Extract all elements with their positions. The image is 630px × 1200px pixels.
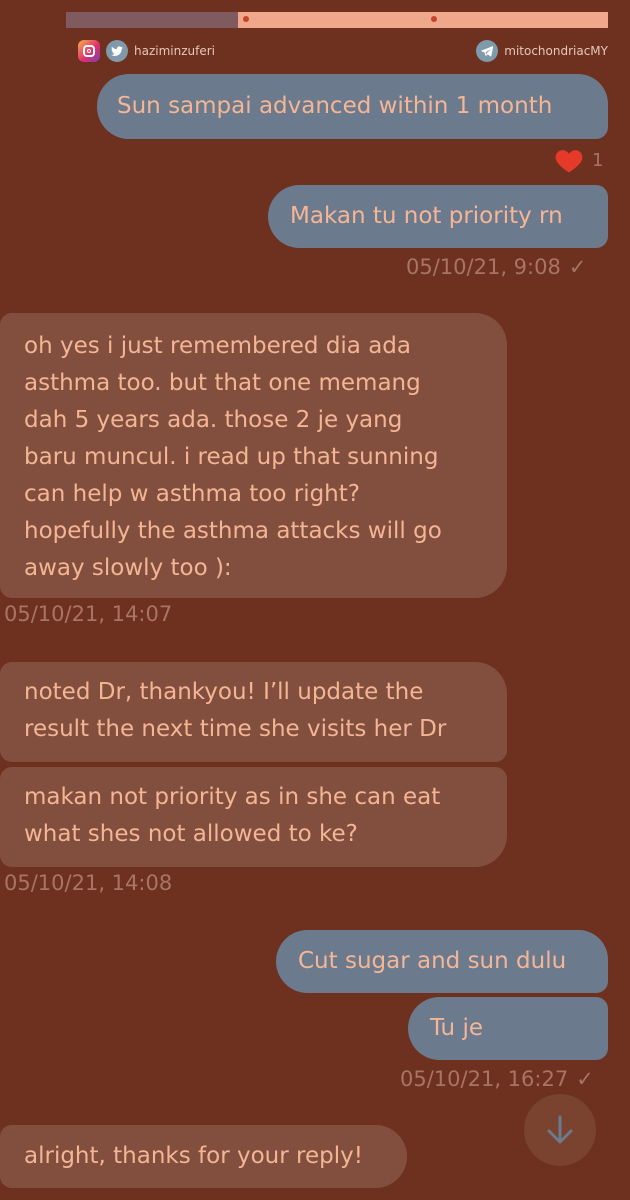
scroll-to-bottom-button[interactable]	[524, 1094, 596, 1166]
message-line: dah 5 years ada. those 2 je yang	[24, 407, 403, 433]
message-text: Tu je	[430, 1015, 483, 1041]
outgoing-message[interactable]: Cut sugar and sun dulu	[276, 930, 608, 993]
outgoing-message[interactable]: Tu je	[408, 997, 608, 1060]
arrow-down-icon	[547, 1115, 573, 1144]
message-text: alright, thanks for your reply!	[24, 1143, 363, 1169]
message-line: asthma too. but that one memang	[24, 370, 421, 396]
incoming-message[interactable]: makan not priority as in she can eat wha…	[0, 767, 507, 867]
strip-left-segment	[66, 12, 238, 28]
message-text: Makan tu not priority rn	[290, 203, 563, 229]
outgoing-message[interactable]: Sun sampai advanced within 1 month	[97, 74, 608, 139]
timestamp-text: 05/10/21, 14:07	[4, 602, 173, 626]
top-image-strip	[66, 12, 608, 28]
message-line: baru muncul. i read up that sunning	[24, 444, 439, 470]
reaction-count: 1	[592, 149, 604, 171]
timestamp-text: 05/10/21, 9:08	[406, 255, 561, 279]
twitter-icon	[106, 40, 128, 62]
sent-check-icon: ✓	[568, 255, 587, 279]
message-timestamp: 05/10/21, 14:07	[4, 602, 172, 626]
outgoing-message[interactable]: Makan tu not priority rn	[268, 185, 608, 248]
message-timestamp: 05/10/21, 14:08	[4, 871, 172, 895]
message-line: what shes not allowed to ke?	[24, 821, 358, 847]
message-reaction[interactable]: 1	[554, 146, 603, 174]
left-handle[interactable]: haziminzuferi	[134, 44, 215, 58]
message-text: Sun sampai advanced within 1 month	[117, 93, 553, 119]
credits-bar: haziminzuferi mitochondriacMY	[78, 40, 608, 64]
instagram-icon	[78, 40, 100, 62]
message-line: makan not priority as in she can eat	[24, 784, 441, 810]
telegram-icon	[476, 40, 499, 62]
incoming-message[interactable]: noted Dr, thankyou! I’ll update the resu…	[0, 662, 507, 762]
timestamp-text: 05/10/21, 16:27	[400, 1067, 569, 1091]
strip-dot	[431, 16, 437, 22]
message-line: away slowly too ):	[24, 555, 232, 581]
right-handle[interactable]: mitochondriacMY	[504, 44, 608, 58]
message-line: hopefully the asthma attacks will go	[24, 518, 442, 544]
message-timestamp: 05/10/21, 9:08 ✓	[406, 255, 586, 279]
message-line: can help w asthma too right?	[24, 481, 360, 507]
incoming-message[interactable]: oh yes i just remembered dia ada asthma …	[0, 313, 507, 598]
sent-check-icon: ✓	[576, 1067, 594, 1091]
strip-dot	[243, 16, 249, 22]
message-line: oh yes i just remembered dia ada	[24, 333, 412, 359]
message-line: result the next time she visits her Dr	[24, 716, 447, 742]
strip-right-segment	[238, 12, 608, 28]
message-timestamp: 05/10/21, 16:27 ✓	[400, 1067, 594, 1091]
credit-left: haziminzuferi	[78, 40, 215, 62]
incoming-message[interactable]: alright, thanks for your reply!	[0, 1125, 407, 1188]
heart-icon	[555, 150, 583, 173]
credit-right: mitochondriacMY	[476, 40, 608, 62]
timestamp-text: 05/10/21, 14:08	[4, 871, 173, 895]
message-line: noted Dr, thankyou! I’ll update the	[24, 679, 424, 705]
message-text: Cut sugar and sun dulu	[298, 948, 567, 974]
